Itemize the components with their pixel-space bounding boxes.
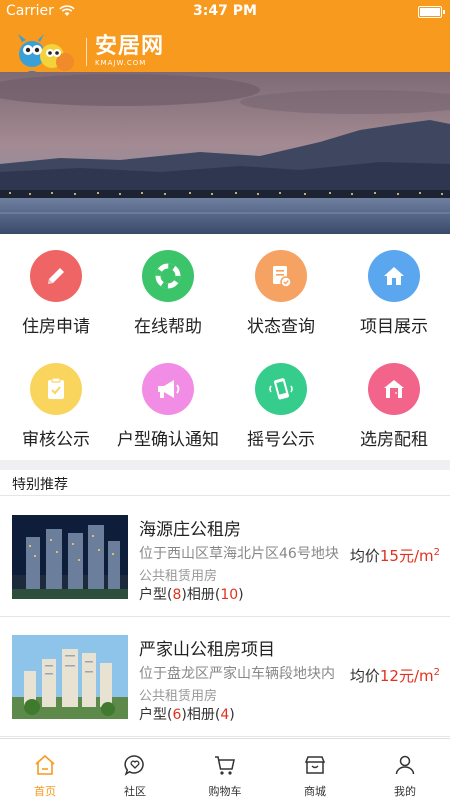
store-icon	[304, 756, 326, 774]
tab-mall[interactable]: 商城	[270, 739, 360, 800]
album-count: 4	[220, 707, 230, 723]
price-value: 15元/m	[379, 547, 434, 565]
user-icon	[395, 755, 415, 775]
listing-address: 位于西山区草海北片区46号地块	[139, 546, 339, 562]
service-status-query[interactable]: 状态查询	[225, 234, 337, 347]
tab-profile[interactable]: 我的	[360, 739, 450, 800]
units-label: 户型	[139, 587, 167, 603]
listing-thumbnail	[12, 635, 128, 719]
service-label: 户型确认通知	[117, 430, 219, 450]
listing-address: 位于盘龙区严家山车辆段地块内	[139, 666, 335, 682]
logo-cn-text: 安居网	[95, 34, 165, 59]
house-door-icon	[368, 363, 420, 415]
service-room-selection[interactable]: 选房配租	[338, 347, 450, 460]
listing-counts: 户型(6)相册(4)	[139, 707, 235, 723]
lifebuoy-icon	[142, 250, 194, 302]
home-outline-icon	[35, 754, 55, 775]
hero-banner[interactable]	[0, 72, 450, 234]
service-label: 状态查询	[247, 317, 315, 337]
listing-title: 海源庄公租房	[139, 520, 241, 540]
section-title: 特别推荐	[12, 477, 68, 493]
logo-en-text: KMAJW.COM	[95, 59, 147, 67]
price-prefix: 均价	[349, 667, 380, 685]
price-unit-exponent: 2	[433, 667, 440, 678]
tab-label: 购物车	[208, 785, 242, 798]
tab-home[interactable]: 首页	[0, 739, 90, 800]
service-label: 审核公示	[22, 430, 90, 450]
clipboard-check-icon	[30, 363, 82, 415]
home-icon	[368, 250, 420, 302]
tab-label: 商城	[304, 785, 326, 798]
listing-counts: 户型(8)相册(10)	[139, 587, 244, 603]
site-logo: 安居网 KMAJW.COM	[95, 34, 165, 68]
price-prefix: 均价	[349, 547, 380, 565]
listing-title: 严家山公租房项目	[139, 640, 275, 660]
album-count: 10	[220, 587, 239, 603]
service-label: 住房申请	[22, 317, 90, 337]
tab-cart[interactable]: 购物车	[180, 739, 270, 800]
service-online-help[interactable]: 在线帮助	[112, 234, 224, 347]
service-project-showcase[interactable]: 项目展示	[338, 234, 450, 347]
megaphone-icon	[142, 363, 194, 415]
status-bar: Carrier 3:47 PM	[0, 0, 450, 24]
listing-price: 均价12元/m2	[350, 665, 440, 686]
section-spacer	[0, 460, 450, 470]
tab-community[interactable]: 社区	[90, 739, 180, 800]
listing-price: 均价15元/m2	[350, 545, 440, 566]
logo-divider	[86, 38, 87, 66]
listing-item[interactable]: 严家山公租房项目 位于盘龙区严家山车辆段地块内 公共租赁用房 户型(6)相册(4…	[0, 617, 450, 737]
service-lottery-notice[interactable]: 摇号公示	[225, 347, 337, 460]
document-check-icon	[255, 250, 307, 302]
banner-image	[0, 72, 450, 234]
service-label: 在线帮助	[134, 317, 202, 337]
cart-icon	[215, 756, 235, 775]
listing-item[interactable]: 海源庄公租房 位于西山区草海北片区46号地块 公共租赁用房 户型(8)相册(10…	[0, 497, 450, 617]
units-count: 8	[172, 587, 182, 603]
phone-shake-icon	[255, 363, 307, 415]
service-label: 摇号公示	[247, 430, 315, 450]
tab-label: 社区	[124, 785, 146, 798]
clock: 3:47 PM	[193, 3, 257, 19]
listing-type: 公共租赁用房	[139, 689, 218, 704]
service-unit-confirmation[interactable]: 户型确认通知	[112, 347, 224, 460]
header-bar: 安居网 KMAJW.COM	[0, 24, 450, 79]
units-count: 6	[172, 707, 182, 723]
service-review-notice[interactable]: 审核公示	[0, 347, 112, 460]
album-label: 相册	[186, 707, 215, 723]
bottom-tab-bar: 首页 社区 购物车 商城 我的	[0, 738, 450, 800]
tab-label: 首页	[34, 785, 56, 798]
chat-heart-icon	[124, 755, 144, 776]
units-label: 户型	[139, 707, 167, 723]
price-unit-exponent: 2	[433, 547, 440, 558]
tab-label: 我的	[394, 785, 416, 798]
listing-thumbnail	[12, 515, 128, 599]
listing-type: 公共租赁用房	[139, 569, 218, 584]
service-grid: 住房申请 在线帮助 状态查询 项目展示 审核公示 户型确认通知 摇号公示 选房配…	[0, 234, 450, 460]
album-label: 相册	[186, 587, 215, 603]
service-label: 项目展示	[360, 317, 428, 337]
pencil-icon	[30, 250, 82, 302]
service-housing-application[interactable]: 住房申请	[0, 234, 112, 347]
price-value: 12元/m	[379, 667, 434, 685]
battery-icon	[418, 6, 445, 18]
section-header: 特别推荐	[0, 470, 450, 496]
service-label: 选房配租	[360, 430, 428, 450]
